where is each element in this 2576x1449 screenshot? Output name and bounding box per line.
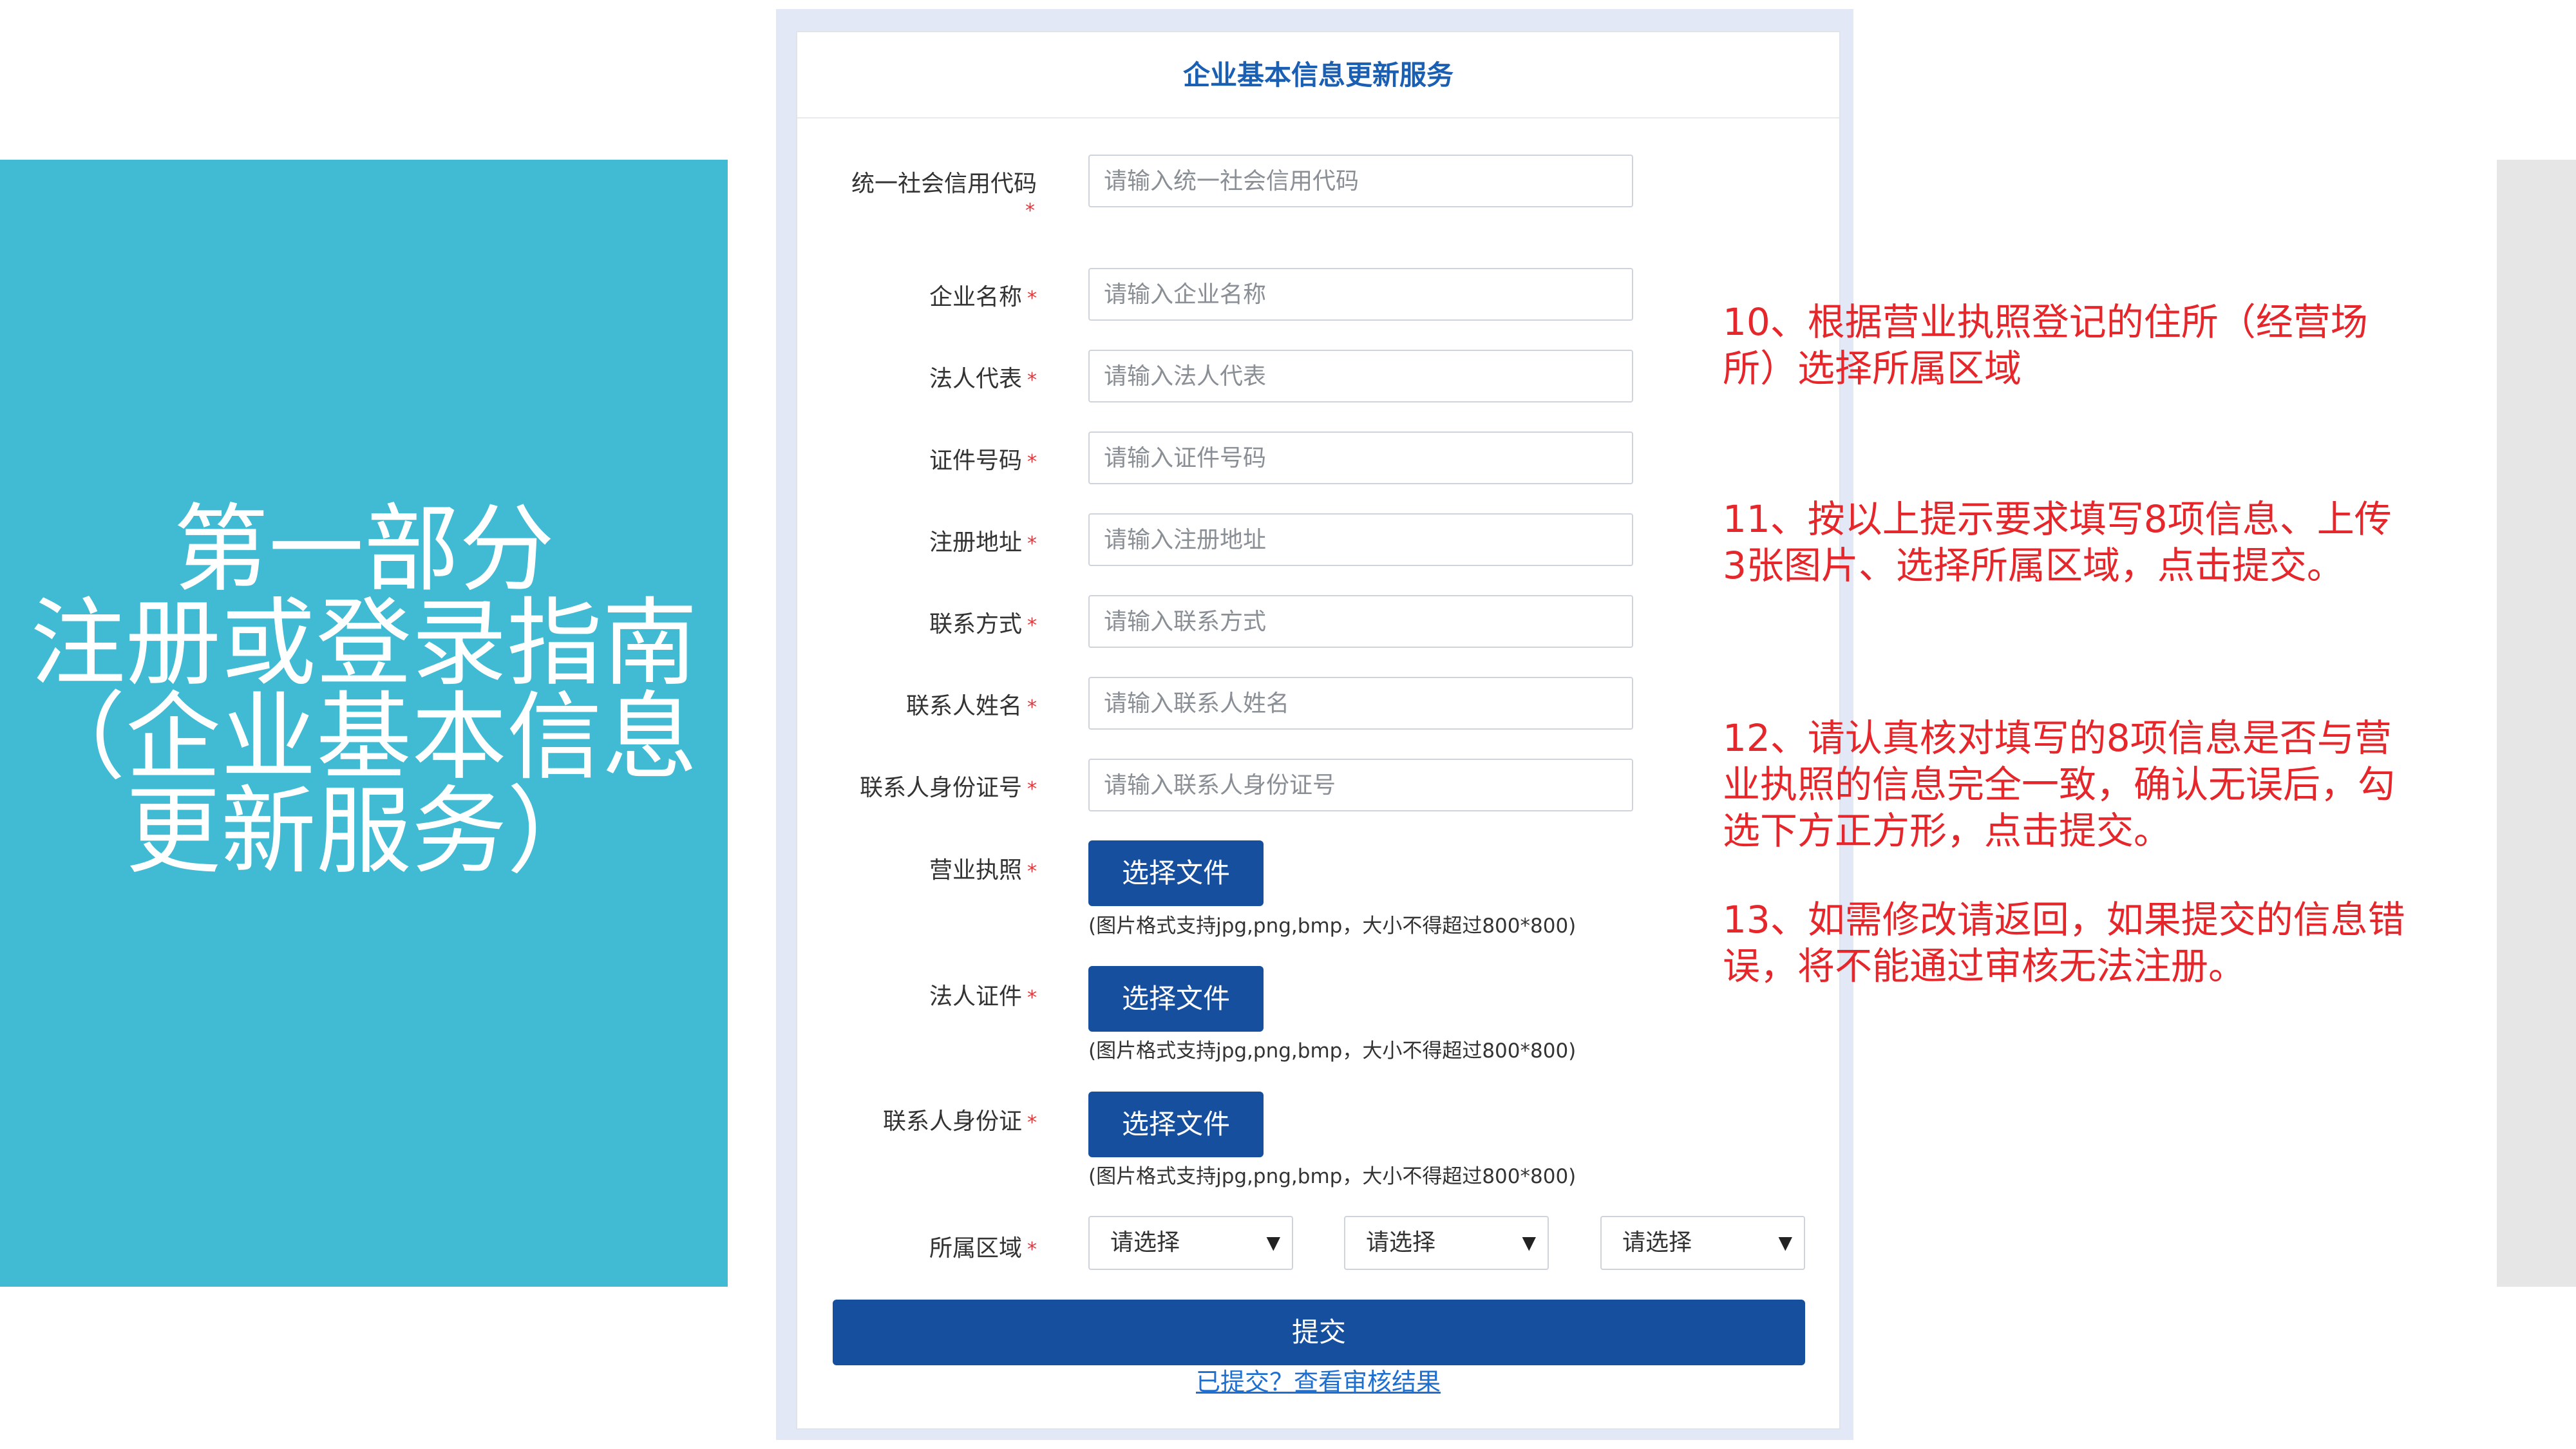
upload-hint: (图片格式支持jpg,png,bmp，大小不得超过800*800) [1088,1039,1577,1063]
field-label-region: 所属区域 * [929,1229,1037,1263]
required-mark: * [1027,614,1037,637]
form-title: 企业基本信息更新服务 [797,32,1839,118]
required-mark: * [1027,369,1037,392]
field-label-text: 营业执照 [929,857,1022,884]
region-select-city[interactable]: 请选择 ▼ [1344,1216,1549,1270]
field-label-text: 法人代表 [929,366,1022,392]
field-label-company-name: 企业名称 * [929,278,1037,312]
select-value: 请选择 [1366,1229,1436,1256]
field-label-text: 联系人姓名 [905,693,1022,719]
required-mark: * [1027,778,1037,800]
field-label-legal-id: 法人证件 * [929,978,1037,1011]
select-value: 请选择 [1110,1229,1180,1256]
legal-rep-input[interactable] [1088,350,1633,402]
section-title-line: 更新服务） [126,776,602,887]
field-label-text: 法人证件 [929,983,1022,1010]
required-mark: * [1027,1112,1037,1134]
contact-id-input[interactable] [1088,759,1633,811]
caret-down-icon: ▼ [1266,1232,1280,1253]
field-label-contact-id: 联系人身份证号 * [860,769,1037,802]
field-label-text: 证件号码 [929,448,1022,474]
required-mark: * [1027,1238,1037,1261]
reg-address-input[interactable] [1088,513,1633,566]
section-title-line: 注册或登录指南 [30,588,697,699]
company-name-input[interactable] [1088,268,1633,321]
field-label-id-number: 证件号码 * [929,442,1037,475]
instruction-note: 11、按以上提示要求填写8项信息、上传3张图片、选择所属区域，点击提交。 [1723,497,2392,587]
caret-down-icon: ▼ [1522,1232,1536,1253]
field-label-contact: 联系方式 * [929,605,1037,639]
submit-button[interactable]: 提交 [833,1300,1805,1365]
region-select-district[interactable]: 请选择 ▼ [1600,1216,1805,1270]
required-mark: * [1025,200,1035,222]
field-label-text: 联系人身份证 [882,1108,1022,1135]
field-label-contact-name: 联系人姓名 * [906,687,1037,721]
field-label-contact-id-card: 联系人身份证 * [883,1103,1037,1136]
field-label-legal-rep: 法人代表 * [929,360,1037,393]
select-value: 请选择 [1622,1229,1692,1256]
section-title-line: （企业基本信息 [30,682,697,793]
right-decor-bar [2497,160,2576,1287]
region-select-province[interactable]: 请选择 ▼ [1088,1216,1293,1270]
instruction-note: 12、请认真核对填写的8项信息是否与营业执照的信息完全一致，确认无误后，勾选下方… [1723,716,2396,853]
field-label-reg-address: 注册地址 * [929,524,1037,557]
legal-id-upload-button[interactable]: 选择文件 [1088,966,1264,1032]
section-title: 第一部分 注册或登录指南 （企业基本信息 更新服务） [0,494,728,887]
required-mark: * [1027,287,1037,310]
field-label-credit-code: 统一社会信用代码 [851,165,1037,198]
required-mark: * [1027,860,1037,883]
caret-down-icon: ▼ [1778,1232,1792,1253]
required-mark: * [1027,533,1037,555]
required-mark: * [1027,987,1037,1009]
required-mark: * [1027,451,1037,473]
field-label-text: 联系方式 [929,611,1022,638]
instruction-note: 13、如需修改请返回，如果提交的信息错误，将不能通过审核无法注册。 [1723,898,2405,988]
credit-code-input[interactable] [1088,155,1633,207]
contact-input[interactable] [1088,595,1633,648]
field-label-business-license: 营业执照 * [929,851,1037,885]
instruction-note: 10、根据营业执照登记的住所（经营场所）选择所属区域 [1723,300,2368,390]
field-label-text: 统一社会信用代码 [851,171,1037,197]
section-title-line: 第一部分 [173,494,554,605]
upload-hint: (图片格式支持jpg,png,bmp，大小不得超过800*800) [1088,1165,1577,1188]
field-label-text: 联系人身份证号 [859,775,1022,801]
business-license-upload-button[interactable]: 选择文件 [1088,840,1264,906]
contact-name-input[interactable] [1088,677,1633,730]
contact-id-upload-button[interactable]: 选择文件 [1088,1092,1264,1157]
field-label-text: 所属区域 [929,1235,1022,1262]
field-label-text: 企业名称 [929,284,1022,310]
field-label-text: 注册地址 [929,529,1022,556]
upload-hint: (图片格式支持jpg,png,bmp，大小不得超过800*800) [1088,914,1577,938]
id-number-input[interactable] [1088,431,1633,484]
check-result-link[interactable]: 已提交？查看审核结果 [797,1362,1839,1397]
required-mark: * [1027,696,1037,719]
